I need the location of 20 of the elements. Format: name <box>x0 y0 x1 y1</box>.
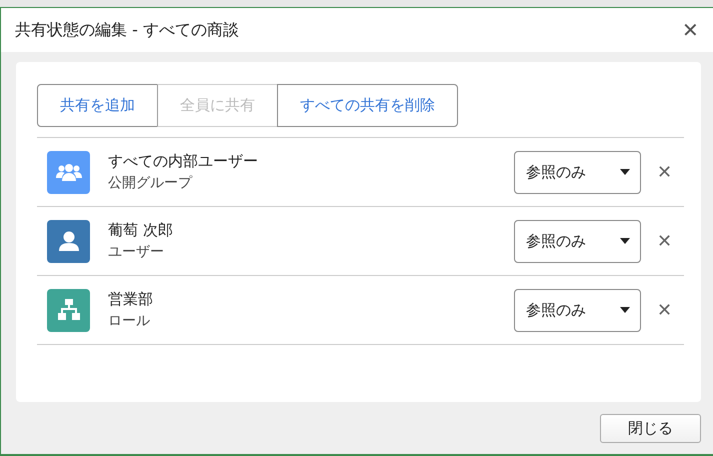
access-dropdown[interactable]: 参照のみ <box>514 150 641 194</box>
action-button[interactable]: すべての共有を削除 <box>277 84 458 127</box>
close-dialog-button[interactable]: 閉じる <box>600 414 701 443</box>
close-button[interactable]: ✕ <box>678 18 703 42</box>
share-name: 葡萄 次郎 <box>108 221 174 240</box>
access-dropdown[interactable]: 参照のみ <box>514 220 641 262</box>
remove-button[interactable]: ✕ <box>653 299 676 321</box>
caret-icon <box>620 238 630 244</box>
share-name: すべての内部ユーザー <box>108 152 259 171</box>
share-type: ユーザー <box>108 243 165 261</box>
access-dropdown[interactable]: 参照のみ <box>514 288 641 332</box>
share-type: 公開グループ <box>108 174 194 192</box>
remove-button[interactable]: ✕ <box>653 230 676 252</box>
caret-icon <box>620 169 630 175</box>
share-type: ロール <box>108 312 151 330</box>
remove-button[interactable]: ✕ <box>653 161 676 183</box>
caret-icon <box>620 307 630 313</box>
share-name: 営業部 <box>108 290 154 309</box>
action-button[interactable]: 共有を追加 <box>37 84 158 127</box>
window-title: 共有状態の編集 - すべての商談 <box>15 20 239 40</box>
